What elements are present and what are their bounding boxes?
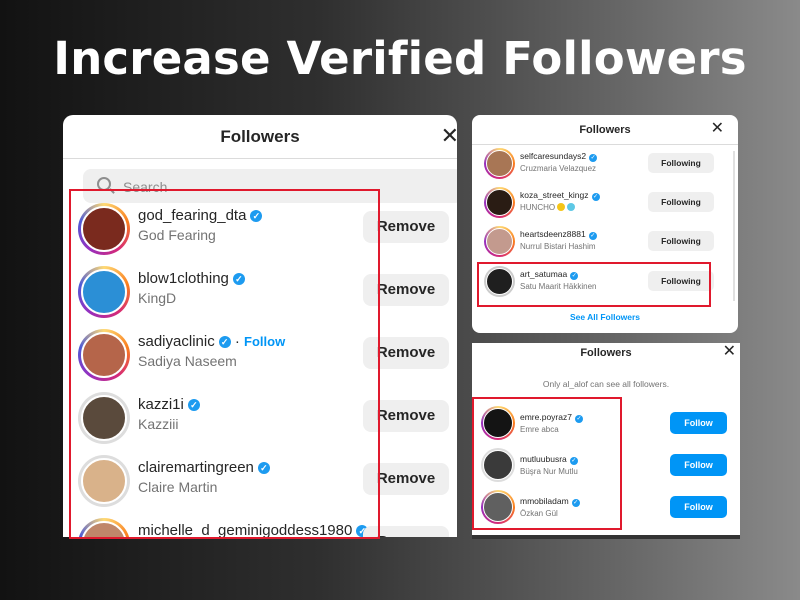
dialog-title: Followers bbox=[579, 124, 631, 136]
follow-button[interactable]: Follow bbox=[670, 496, 727, 518]
follow-button[interactable]: Follow bbox=[670, 454, 727, 476]
page-headline: Increase Verified Followers bbox=[53, 32, 747, 85]
username[interactable]: heartsdeenz8881 ✓ bbox=[520, 229, 597, 240]
username[interactable]: selfcaresundays2 ✓ bbox=[520, 151, 598, 162]
dialog-title: Followers bbox=[580, 347, 632, 359]
list-item: koza_street_kingz ✓ HUNCHO Following bbox=[472, 184, 738, 223]
verified-badge-icon: ✓ bbox=[588, 232, 597, 240]
follow-button[interactable]: Follow bbox=[670, 412, 727, 434]
verified-badge-icon: ✓ bbox=[589, 154, 598, 162]
avatar[interactable] bbox=[484, 148, 515, 179]
highlight-box bbox=[69, 189, 380, 539]
verified-badge-icon: ✓ bbox=[591, 193, 600, 201]
list-item: heartsdeenz8881 ✓ Nurrul Bistari Hashim F… bbox=[472, 223, 738, 262]
highlight-box bbox=[472, 397, 622, 530]
full-name: Nurrul Bistari Hashim bbox=[520, 242, 596, 251]
close-icon[interactable]: ✕ bbox=[711, 121, 724, 137]
dialog-header: Followers ✕ bbox=[63, 115, 457, 159]
full-name: HUNCHO bbox=[520, 203, 576, 212]
divider bbox=[472, 535, 740, 539]
highlight-box bbox=[477, 262, 711, 307]
dialog-header: Followers ✕ bbox=[472, 115, 738, 145]
see-all-followers-link[interactable]: See All Followers bbox=[472, 312, 738, 322]
avatar[interactable] bbox=[484, 187, 515, 218]
close-icon[interactable]: ✕ bbox=[723, 344, 736, 360]
emoji-icon bbox=[557, 203, 566, 211]
following-button[interactable]: Following bbox=[648, 192, 714, 212]
dialog-title: Followers bbox=[220, 127, 300, 146]
close-icon[interactable]: ✕ bbox=[441, 125, 457, 147]
visibility-note: Only al_alof can see all followers. bbox=[542, 379, 670, 389]
following-button[interactable]: Following bbox=[648, 231, 714, 251]
avatar[interactable] bbox=[484, 226, 515, 257]
following-button[interactable]: Following bbox=[648, 153, 714, 173]
full-name: Cruzmaria Velazquez bbox=[520, 164, 597, 173]
list-item: selfcaresundays2 ✓ Cruzmaria Velazquez Fo… bbox=[472, 145, 738, 184]
username[interactable]: koza_street_kingz ✓ bbox=[520, 190, 600, 201]
dialog-header: Followers ✕ bbox=[472, 343, 740, 363]
emoji-icon bbox=[567, 203, 576, 211]
